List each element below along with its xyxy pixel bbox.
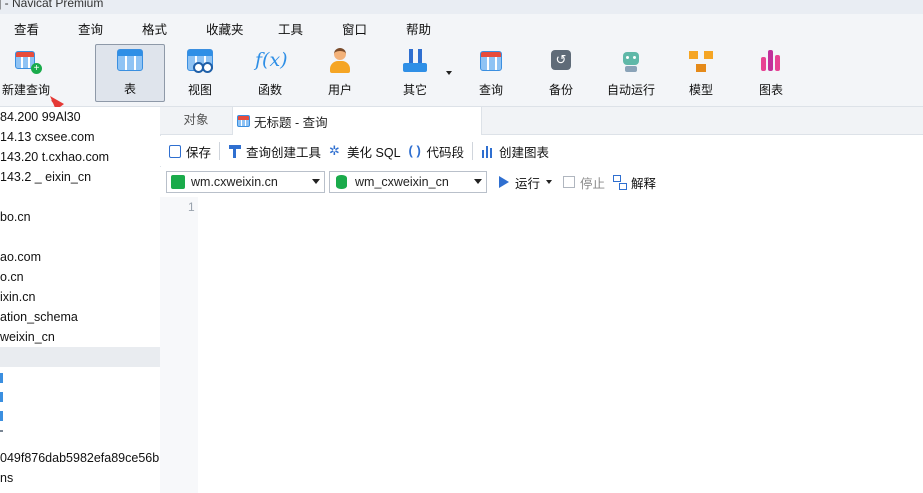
chevron-down-icon — [312, 179, 320, 184]
database-icon — [336, 175, 347, 189]
sidebar-db-3[interactable]: o.cn — [0, 270, 24, 284]
sidebar-connection-4[interactable]: 143.2 _ eixin_cn — [0, 170, 91, 184]
table-marker — [0, 373, 3, 383]
beautify-sql-button[interactable]: ✲ 美化 SQL — [329, 142, 401, 161]
explain-icon — [613, 175, 628, 190]
save-label: 保存 — [186, 145, 212, 160]
sidebar-connection-1[interactable]: 84.200 99Al30 — [0, 110, 81, 124]
toolbar-divider — [472, 142, 474, 160]
sidebar-section-divider — [0, 347, 160, 367]
sidebar-db-2[interactable]: ao.com — [0, 250, 41, 264]
code-snippet-button[interactable]: ( ) 代码段 — [409, 142, 465, 161]
stop-label: 停止 — [580, 176, 606, 191]
beautify-sql-label: 美化 SQL — [347, 145, 401, 160]
code-snippet-icon: ( ) — [408, 143, 421, 158]
database-value: wm_cxweixin_cn — [355, 175, 449, 189]
sql-editor[interactable]: 1 — [160, 197, 923, 493]
create-chart-button[interactable]: 创建图表 — [481, 142, 549, 161]
sidebar-db-6[interactable]: weixin_cn — [0, 330, 55, 344]
sidebar-table-2[interactable]: ns — [0, 471, 13, 485]
explain-label: 解释 — [631, 176, 657, 191]
query-toolbar: 保存 查询创建工具 ✲ 美化 SQL ( ) 代码段 创建图表 — [160, 136, 923, 166]
connection-sidebar: 84.200 99Al30 14.13 cxsee.com 143.20 t.c… — [0, 107, 161, 493]
table-marker — [0, 392, 3, 402]
run-button[interactable]: 运行 — [497, 173, 553, 192]
query-tab-icon — [237, 115, 250, 127]
connection-value: wm.cxweixin.cn — [191, 175, 278, 189]
stop-button[interactable]: 停止 — [562, 173, 605, 192]
line-number: 1 — [188, 200, 195, 214]
sidebar-db-4[interactable]: ixin.cn — [0, 290, 35, 304]
sidebar-table-1[interactable]: 049f876dab5982efa89ce56b — [0, 451, 159, 465]
explain-button[interactable]: 解释 — [613, 173, 656, 192]
magic-wand-icon: ✲ — [329, 143, 340, 158]
tab-objects[interactable]: 对象 — [160, 107, 232, 134]
tab-query[interactable]: 无标题 - 查询 — [232, 107, 482, 135]
chart-bars-icon — [481, 144, 495, 158]
line-number-gutter: 1 — [160, 197, 198, 493]
table-marker — [0, 430, 3, 432]
query-tab-title: 无标题 - 查询 — [254, 115, 328, 130]
play-icon — [497, 175, 511, 189]
run-label: 运行 — [515, 176, 541, 191]
tab-bar: 对象 无标题 - 查询 — [160, 107, 923, 135]
connection-icon — [171, 175, 185, 189]
toolbar-divider — [219, 142, 221, 160]
run-dropdown-icon[interactable] — [546, 180, 553, 184]
stop-icon — [562, 175, 576, 189]
connection-select[interactable]: wm.cxweixin.cn — [166, 171, 325, 193]
create-chart-label: 创建图表 — [499, 145, 550, 160]
sidebar-connection-2[interactable]: 14.13 cxsee.com — [0, 130, 95, 144]
database-select[interactable]: wm_cxweixin_cn — [329, 171, 487, 193]
save-icon — [168, 144, 182, 158]
code-snippet-label: 代码段 — [426, 145, 465, 160]
query-builder-label: 查询创建工具 — [246, 145, 322, 160]
table-marker — [0, 411, 3, 421]
sidebar-db-1[interactable]: bo.cn — [0, 210, 31, 224]
hammer-icon — [228, 144, 242, 158]
chevron-down-icon — [474, 179, 482, 184]
sidebar-connection-3[interactable]: 143.20 t.cxhao.com — [0, 150, 109, 164]
connection-selector-bar: wm.cxweixin.cn wm_cxweixin_cn 运行 停止 解释 — [160, 167, 923, 197]
sidebar-db-5[interactable]: ation_schema — [0, 310, 78, 324]
query-builder-button[interactable]: 查询创建工具 — [228, 142, 321, 161]
save-button[interactable]: 保存 — [168, 142, 211, 161]
